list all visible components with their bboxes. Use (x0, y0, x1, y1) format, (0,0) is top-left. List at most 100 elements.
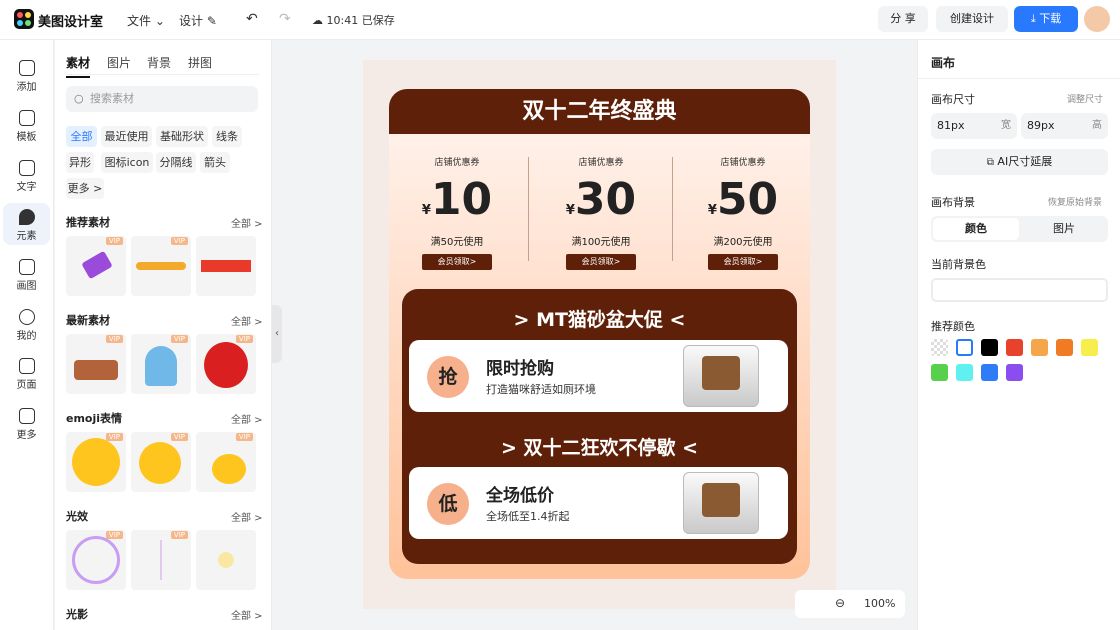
height-field[interactable]: 高 89px (1021, 113, 1108, 139)
swatch-green[interactable] (931, 364, 948, 381)
swatch-transparent[interactable] (931, 339, 948, 356)
ai-extend-button[interactable]: ⧉ AI尺寸延展 (931, 149, 1108, 175)
chip-irregular[interactable]: 异形 (66, 152, 94, 173)
rail-label: 模板 (16, 132, 37, 143)
swatch-cyan[interactable] (956, 364, 973, 381)
search-input[interactable]: ○ 搜索素材 (66, 86, 258, 112)
swatch-yellow[interactable] (1081, 339, 1098, 356)
plus-square-icon (18, 60, 35, 76)
asset-thumb[interactable]: VIP (196, 432, 256, 492)
asset-thumb[interactable]: VIP (66, 432, 126, 492)
swatch-blue[interactable] (981, 364, 998, 381)
cloud-icon: ☁ (312, 14, 323, 27)
section-all-link[interactable]: 全部 > (231, 313, 263, 328)
download-button[interactable]: ⤓ 下载 (1014, 6, 1078, 32)
rail-label: 文字 (16, 182, 37, 193)
chip-icons[interactable]: 图标icon (101, 152, 153, 173)
avatar[interactable] (1084, 6, 1110, 32)
rail-page[interactable]: 页面 (3, 352, 50, 394)
zoom-level[interactable]: 100% (864, 597, 895, 610)
top-bar: 美图设计室 文件 ⌄ 设计 ✎ ↶ ↷ ☁ 10:41 已保存 分 享 创建设计… (0, 0, 1120, 40)
width-field[interactable]: 宽 81px (931, 113, 1017, 139)
swatch-purple[interactable] (1006, 364, 1023, 381)
create-design-button[interactable]: 创建设计 (936, 6, 1008, 32)
asset-thumb[interactable]: VIP (131, 334, 191, 394)
coupon-divider (528, 157, 529, 261)
coupon-value: ¥30 (536, 174, 666, 237)
pencil-icon (18, 259, 35, 275)
restore-bg-link[interactable]: 恢复原始背景 (1048, 195, 1102, 208)
chip-basic-shapes[interactable]: 基础形状 (156, 126, 208, 147)
section-all-link[interactable]: 全部 > (231, 509, 263, 524)
poster[interactable]: 双十二年终盛典 店铺优惠券 ¥10 满50元使用 会员领取> 店铺优惠券 ¥30… (389, 89, 810, 579)
redo-icon[interactable]: ↷ (279, 11, 291, 27)
rail-mine[interactable]: 我的 (3, 303, 50, 345)
fit-icon[interactable]: ⊖ (835, 596, 845, 610)
bg-type-toggle: 颜色 图片 (931, 216, 1108, 242)
coupon-currency: ¥ (421, 203, 431, 218)
coupon-amount: 10 (430, 174, 493, 225)
chip-dividers[interactable]: 分隔线 (156, 152, 196, 173)
chip-more[interactable]: 更多 > (66, 178, 104, 199)
rail-more[interactable]: 更多 (3, 402, 50, 444)
asset-thumb[interactable]: VIP (131, 236, 191, 296)
swatch-white[interactable] (956, 339, 973, 356)
section-all-link[interactable]: 全部 > (231, 607, 263, 622)
asset-thumb[interactable]: VIP (66, 334, 126, 394)
coupon-claim-button[interactable]: 会员领取> (422, 254, 492, 270)
tab-images[interactable]: 图片 (107, 54, 131, 71)
current-bg-swatch[interactable] (931, 278, 1108, 302)
asset-thumb[interactable] (196, 530, 256, 590)
collapse-panel-button[interactable]: ‹ (272, 305, 282, 363)
section-all-link[interactable]: 全部 > (231, 215, 263, 230)
section-all-link[interactable]: 全部 > (231, 411, 263, 426)
tab-collage[interactable]: 拼图 (188, 54, 212, 71)
promo-badge: 抢 (427, 356, 469, 398)
vip-badge: VIP (105, 531, 123, 539)
share-button[interactable]: 分 享 (878, 6, 928, 32)
swatch-light-orange[interactable] (1031, 339, 1048, 356)
asset-thumb[interactable] (196, 236, 256, 296)
design-menu[interactable]: 设计 ✎ (179, 12, 217, 29)
properties-panel: 画布 画布尺寸 调整尺寸 宽 81px 高 89px ⧉ AI尺寸延展 画布背景 恢… (917, 40, 1120, 630)
resize-link[interactable]: 调整尺寸 (1067, 92, 1103, 105)
chip-arrows[interactable]: 箭头 (200, 152, 230, 173)
coupon-label: 店铺优惠券 (434, 158, 480, 168)
swatch-orange[interactable] (1056, 339, 1073, 356)
asset-thumb[interactable]: VIP (196, 334, 256, 394)
coupon-claim-button[interactable]: 会员领取> (708, 254, 778, 270)
bg-tab-image[interactable]: 图片 (1021, 218, 1107, 240)
undo-icon[interactable]: ↶ (246, 11, 258, 27)
coupon-claim-button[interactable]: 会员领取> (566, 254, 636, 270)
swatch-red[interactable] (1006, 339, 1023, 356)
asset-thumb[interactable]: VIP (66, 236, 126, 296)
chip-recent[interactable]: 最近使用 (101, 126, 152, 147)
coupon: 店铺优惠券 ¥10 满50元使用 会员领取> (392, 147, 522, 270)
coupon: 店铺优惠券 ¥30 满100元使用 会员领取> (536, 147, 666, 270)
rail-add[interactable]: 添加 (3, 54, 50, 96)
asset-thumb[interactable]: VIP (131, 530, 191, 590)
chevron-down-icon: ⌄ (154, 14, 165, 28)
asset-thumb[interactable]: VIP (66, 530, 126, 590)
coupon-amount: 50 (716, 174, 779, 225)
rail-elements[interactable]: 元素 (3, 203, 50, 245)
rail-template[interactable]: 模板 (3, 104, 50, 146)
swatch-black[interactable] (981, 339, 998, 356)
edit-icon: ✎ (206, 14, 217, 28)
promo-card[interactable]: 低 全场低价 全场低至1.4折起 (409, 467, 788, 539)
rail-text[interactable]: 文字 (3, 154, 50, 196)
rail-draw[interactable]: 画图 (3, 253, 50, 295)
canvas-size-label: 画布尺寸 (931, 93, 975, 106)
download-label: 下载 (1039, 12, 1062, 25)
asset-thumb[interactable]: VIP (131, 432, 191, 492)
promo-card[interactable]: 抢 限时抢购 打造猫咪舒适如厕环境 (409, 340, 788, 412)
ai-extend-label: AI尺寸延展 (997, 155, 1053, 168)
tab-backgrounds[interactable]: 背景 (147, 54, 171, 71)
promo-card-subtitle: 全场低至1.4折起 (486, 510, 570, 523)
chip-lines[interactable]: 线条 (212, 126, 242, 147)
chip-all[interactable]: 全部 (66, 126, 97, 147)
coupon-label: 店铺优惠券 (720, 158, 766, 168)
file-menu[interactable]: 文件 ⌄ (127, 12, 165, 29)
bg-tab-color[interactable]: 颜色 (933, 218, 1019, 240)
promo-card-subtitle: 打造猫咪舒适如厕环境 (486, 383, 596, 396)
